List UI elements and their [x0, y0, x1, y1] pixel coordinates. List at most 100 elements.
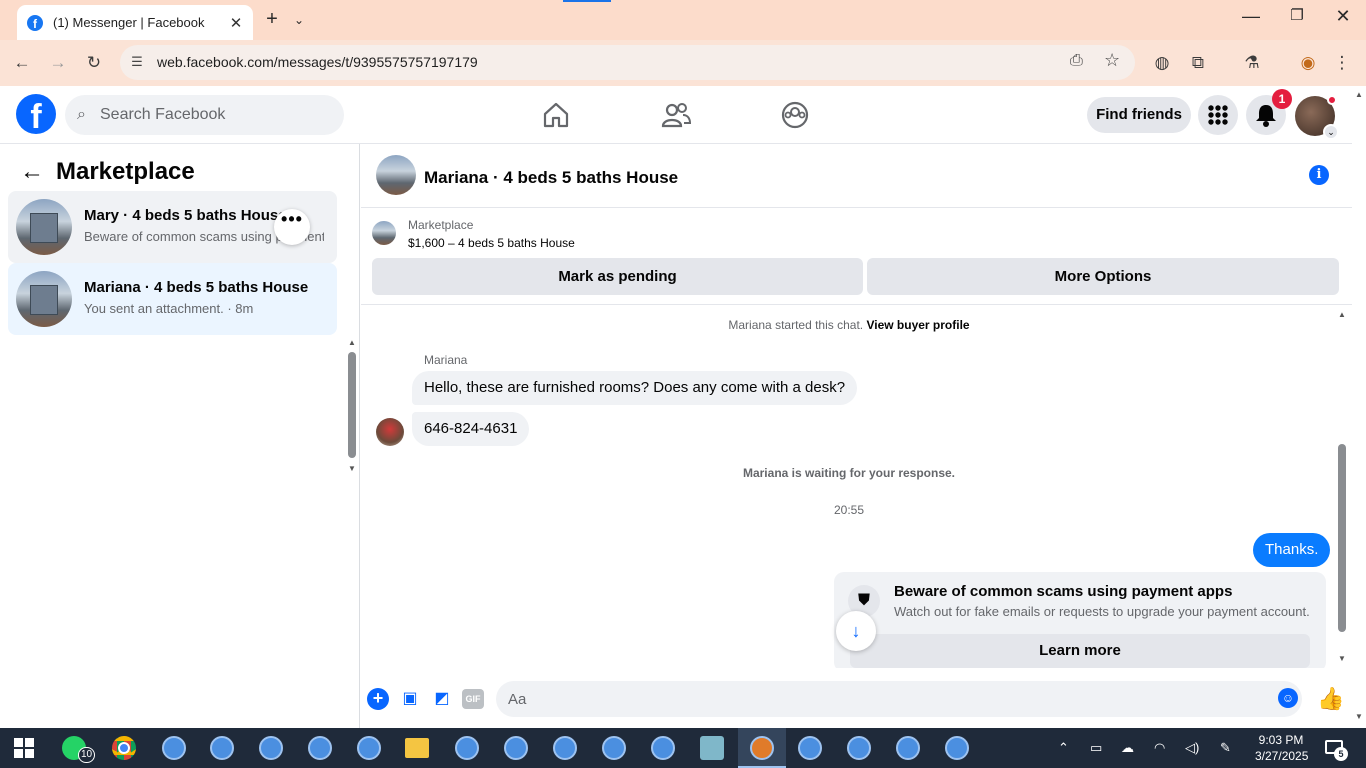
minimize-window-button[interactable]: — — [1236, 6, 1266, 27]
address-bar[interactable]: ☰ web.facebook.com/messages/t/9395575757… — [120, 45, 1135, 80]
emoji-icon[interactable]: ☺ — [1278, 688, 1298, 708]
view-buyer-profile-link[interactable]: View buyer profile — [866, 318, 969, 332]
chevron-down-icon[interactable]: ⌄ — [1323, 124, 1339, 140]
chrome-profile-icon[interactable] — [945, 736, 969, 760]
labs-flask-icon[interactable]: ⚗ — [1240, 51, 1264, 75]
chrome-profile-icon[interactable] — [308, 736, 332, 760]
browser-tab[interactable]: f (1) Messenger | Facebook ✕ — [17, 5, 253, 40]
restore-window-button[interactable]: ❐ — [1282, 6, 1312, 24]
conversation-name: Mariana · 4 beds 5 baths House — [84, 279, 309, 296]
sticker-icon[interactable]: ◩ — [431, 688, 453, 710]
more-options-button[interactable]: More Options — [867, 258, 1339, 295]
learn-more-button[interactable]: Learn more — [850, 634, 1310, 668]
reload-icon[interactable]: ↻ — [82, 51, 106, 75]
chrome-profile-icon[interactable] — [847, 736, 871, 760]
menu-button[interactable] — [1198, 95, 1238, 135]
clock-time: 9:03 PM — [1258, 733, 1304, 747]
file-explorer-icon[interactable] — [405, 738, 429, 758]
conversation-item[interactable]: Mariana · 4 beds 5 baths House You sent … — [8, 263, 337, 335]
url-text[interactable]: web.facebook.com/messages/t/939557575719… — [157, 54, 478, 70]
scrollbar-thumb[interactable] — [348, 352, 356, 458]
chrome-profile-icon[interactable] — [259, 736, 283, 760]
forward-icon[interactable]: → — [46, 51, 70, 75]
search-input[interactable] — [100, 106, 330, 124]
active-taskbar-item[interactable] — [738, 728, 786, 768]
chrome-profile-icon[interactable] — [210, 736, 234, 760]
facebook-search-box[interactable]: ⌕ — [65, 95, 344, 135]
conversation-name: Mary · 4 beds 5 baths House — [84, 207, 287, 224]
page-scrollbar[interactable]: ▲ ▼ — [1352, 86, 1366, 728]
chrome-profile-icon[interactable] — [357, 736, 381, 760]
chrome-profile-icon[interactable] — [162, 736, 186, 760]
scrollbar-thumb[interactable] — [1338, 444, 1346, 632]
conversation-list-scrollbar[interactable]: ▲ ▼ — [347, 338, 357, 474]
scroll-up-arrow-icon[interactable]: ▲ — [1352, 90, 1366, 99]
tab-search-button[interactable]: ⌄ — [287, 9, 311, 31]
thumbs-up-icon[interactable]: 👍 — [1317, 686, 1344, 712]
message-input[interactable] — [496, 681, 1302, 717]
scroll-to-bottom-button[interactable]: ↓ — [836, 611, 876, 651]
chrome-profile-icon[interactable] — [651, 736, 675, 760]
back-icon[interactable]: ← — [10, 51, 34, 75]
chat-avatar[interactable] — [376, 155, 416, 195]
chrome-profile-icon[interactable] — [798, 736, 822, 760]
account-avatar[interactable]: ⌄ — [1295, 95, 1339, 140]
facebook-logo[interactable]: f — [16, 94, 56, 134]
sender-avatar[interactable] — [376, 418, 404, 446]
listing-thumbnail — [16, 199, 72, 255]
bookmark-star-icon[interactable]: ☆ — [1104, 50, 1120, 71]
new-tab-button[interactable]: + — [260, 8, 284, 32]
onedrive-cloud-icon[interactable]: ☁ — [1121, 740, 1134, 756]
scroll-down-arrow-icon[interactable]: ▼ — [347, 464, 357, 473]
menu-kebab-icon[interactable]: ⋮ — [1330, 51, 1354, 75]
site-info-icon[interactable]: ☰ — [128, 54, 146, 72]
info-icon[interactable]: i — [1309, 165, 1329, 185]
add-more-icon[interactable]: + — [367, 688, 389, 710]
chrome-profile-icon — [750, 736, 774, 760]
chrome-profile-icon[interactable] — [602, 736, 626, 760]
chrome-profile-icon[interactable] — [553, 736, 577, 760]
camera-icon[interactable]: ▭ — [1090, 740, 1102, 756]
clock[interactable]: 9:03 PM 3/27/2025 — [1255, 732, 1308, 764]
friends-icon[interactable] — [661, 101, 691, 129]
chrome-profile-icon[interactable] — [896, 736, 920, 760]
close-window-button[interactable]: ✕ — [1328, 6, 1358, 27]
find-friends-button[interactable]: Find friends — [1087, 97, 1191, 133]
pen-icon[interactable]: ✎ — [1220, 740, 1231, 756]
back-arrow-icon[interactable]: ← — [20, 158, 44, 186]
home-icon[interactable] — [541, 101, 571, 129]
whatsapp-badge: 10 — [78, 747, 96, 763]
show-hidden-icons-chevron-icon[interactable]: ⌃ — [1058, 740, 1069, 756]
volume-icon[interactable]: ◁) — [1185, 740, 1199, 756]
wifi-icon[interactable]: ◠ — [1154, 740, 1165, 756]
gif-icon[interactable]: GIF — [462, 689, 484, 709]
extension-globe-icon[interactable]: ◍ — [1150, 51, 1174, 75]
app-icon[interactable] — [700, 736, 724, 760]
listing-price[interactable]: $1,600 – 4 beds 5 baths House — [408, 236, 575, 250]
windows-start-icon[interactable] — [14, 738, 34, 758]
menu-grid-icon — [1208, 105, 1228, 125]
incoming-message[interactable]: 646-824-4631 — [412, 412, 530, 446]
chrome-profile-icon[interactable] — [504, 736, 528, 760]
listing-thumbnail[interactable] — [372, 221, 396, 245]
incoming-message[interactable]: Hello, these are furnished rooms? Does a… — [412, 371, 858, 405]
waiting-notice: Mariana is waiting for your response. — [742, 466, 956, 480]
install-app-icon[interactable]: ⎙ — [1070, 52, 1083, 70]
profile-icon[interactable]: ◉ — [1296, 51, 1320, 75]
scroll-up-arrow-icon[interactable]: ▲ — [347, 338, 357, 347]
scroll-down-arrow-icon[interactable]: ▼ — [1352, 712, 1366, 721]
mark-as-pending-button[interactable]: Mark as pending — [372, 258, 863, 295]
chrome-profile-icon[interactable] — [455, 736, 479, 760]
scroll-down-arrow-icon[interactable]: ▼ — [1336, 654, 1348, 663]
close-tab-icon[interactable]: ✕ — [227, 14, 245, 32]
photo-icon[interactable]: ▣ — [399, 688, 421, 710]
chat-panel: Mariana · 4 beds 5 baths House i Marketp… — [361, 144, 1352, 728]
chrome-icon[interactable] — [112, 736, 136, 760]
chat-title[interactable]: Mariana · 4 beds 5 baths House — [424, 168, 678, 188]
outgoing-message[interactable]: Thanks. — [1253, 533, 1331, 567]
extensions-puzzle-icon[interactable]: ⧉ — [1186, 51, 1210, 75]
message-thread-scrollbar[interactable]: ▲ ▼ — [1336, 310, 1348, 668]
conversation-more-button[interactable]: ••• — [274, 209, 310, 245]
groups-icon[interactable] — [780, 101, 810, 129]
scroll-up-arrow-icon[interactable]: ▲ — [1336, 310, 1348, 319]
